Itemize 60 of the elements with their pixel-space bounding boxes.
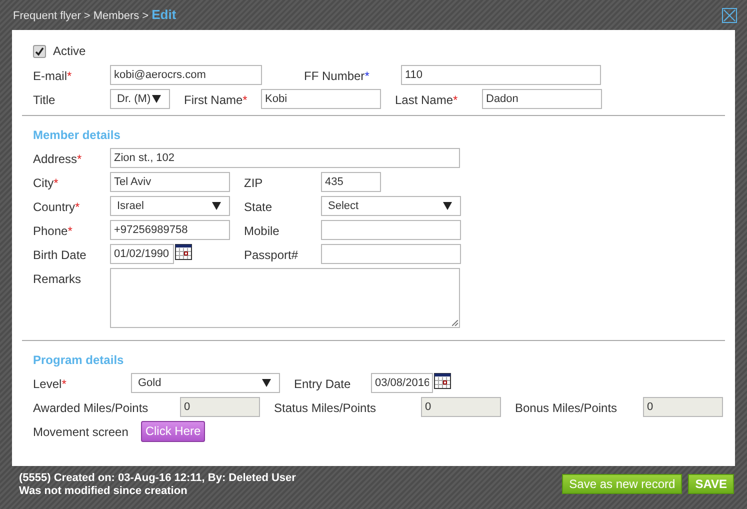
field-label: Status Miles/Points xyxy=(274,401,376,415)
check-icon xyxy=(35,46,44,56)
field-label: Mobile xyxy=(244,224,280,238)
text-field[interactable]: kobi@aerocrs.com xyxy=(110,65,262,85)
caret-icon xyxy=(212,202,221,210)
field-label: Last Name* xyxy=(395,93,458,107)
record-info: (5555) Created on: 03-Aug-16 12:11, By: Deleted User xyxy=(19,472,296,485)
text-field[interactable] xyxy=(321,220,461,240)
active-checkbox[interactable] xyxy=(33,44,46,58)
section-heading: Member details xyxy=(33,127,120,144)
breadcrumb-item: > xyxy=(142,9,149,24)
record-info: Was not modified since creation xyxy=(19,485,188,498)
breadcrumb-current: Edit xyxy=(152,6,176,24)
field-label: Bonus Miles/Points xyxy=(515,401,618,415)
field-label: FF Number* xyxy=(304,69,370,83)
field-label: Birth Date xyxy=(33,248,86,262)
field-label: E-mail* xyxy=(33,69,72,83)
active-label: Active xyxy=(53,43,86,60)
dropdown[interactable]: Select xyxy=(321,196,461,216)
dropdown[interactable]: Gold xyxy=(131,373,280,393)
dropdown[interactable]: Israel xyxy=(110,196,230,216)
text-field[interactable]: Tel Aviv xyxy=(110,172,230,192)
text-field[interactable]: 435 xyxy=(321,172,381,192)
field-label: First Name* xyxy=(184,93,248,107)
text-field[interactable]: 0 xyxy=(180,397,260,417)
calendar-icon[interactable] xyxy=(434,373,451,389)
breadcrumb-item[interactable]: Members xyxy=(93,8,140,25)
remarks-field[interactable] xyxy=(110,268,460,328)
text-field[interactable]: Zion st., 102 xyxy=(110,148,460,168)
field-label: ZIP xyxy=(244,176,263,190)
text-field[interactable]: +97256989758 xyxy=(110,220,230,240)
field-label: Country* xyxy=(33,200,80,214)
field-label: Phone* xyxy=(33,224,72,238)
field-label: Level* xyxy=(33,377,66,391)
field-label: Address* xyxy=(33,152,82,166)
close-icon[interactable] xyxy=(722,8,737,22)
text-field[interactable]: Dadon xyxy=(482,89,602,109)
text-field[interactable]: 0 xyxy=(421,397,501,417)
field-label: City* xyxy=(33,176,58,190)
breadcrumb-item[interactable]: Frequent flyer xyxy=(13,8,81,25)
caret-icon xyxy=(262,379,271,387)
text-field[interactable]: Kobi xyxy=(261,89,381,109)
text-field[interactable]: 0 xyxy=(643,397,723,417)
field-label: State xyxy=(244,200,272,214)
dropdown[interactable]: Dr. (M) xyxy=(110,89,170,109)
section-heading: Program details xyxy=(33,352,124,369)
text-field[interactable] xyxy=(321,244,461,264)
field-label: Entry Date xyxy=(294,377,351,391)
caret-icon xyxy=(152,95,161,103)
field-label: Movement screen xyxy=(33,424,128,438)
calendar-icon[interactable] xyxy=(175,244,192,260)
field-label: Awarded Miles/Points xyxy=(33,401,148,415)
caret-icon xyxy=(443,202,452,210)
breadcrumb-item: > xyxy=(84,9,90,24)
text-field[interactable]: 110 xyxy=(401,65,601,85)
field-label: Title xyxy=(33,93,56,107)
date-field[interactable]: 01/02/1990 xyxy=(110,244,174,264)
field-label: Remarks xyxy=(33,272,82,286)
field-label: Passport# xyxy=(244,248,298,262)
resize-handle-icon[interactable] xyxy=(452,320,458,326)
